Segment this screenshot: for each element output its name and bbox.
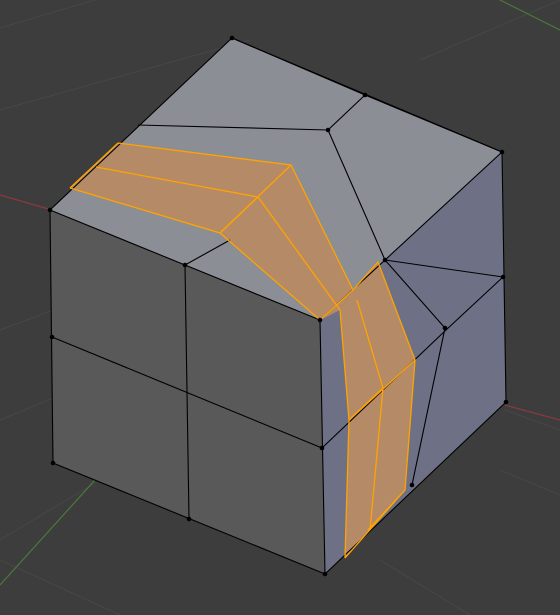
x-axis-line bbox=[0, 194, 53, 211]
y-axis-line bbox=[0, 479, 96, 586]
3d-viewport[interactable] bbox=[0, 0, 560, 615]
y-axis-line-top bbox=[499, 0, 560, 31]
viewport-canvas[interactable] bbox=[0, 0, 560, 615]
cube-mesh[interactable] bbox=[47, 35, 509, 577]
